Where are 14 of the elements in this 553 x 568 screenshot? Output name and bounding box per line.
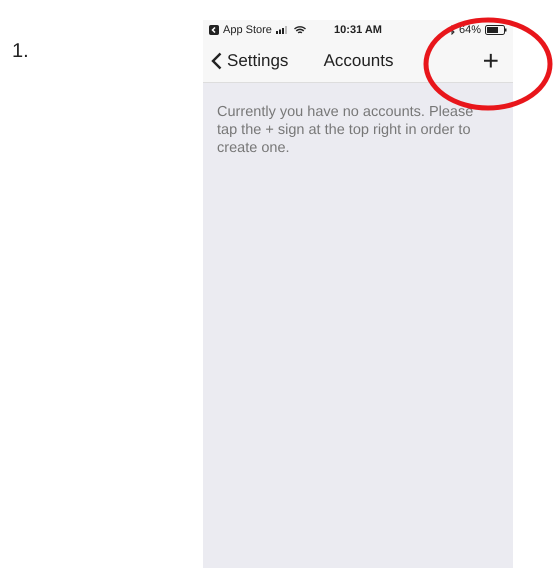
battery-percent: 64% (458, 24, 481, 36)
back-button[interactable]: Settings (211, 51, 288, 71)
step-number: 1. (12, 40, 30, 63)
signal-icon (276, 26, 290, 34)
status-time: 10:31 AM (334, 24, 382, 36)
battery-icon (484, 25, 507, 35)
empty-message: Currently you have no accounts. Please tap the + sign at the top right in order to create one. (217, 103, 474, 157)
back-app-label[interactable]: App Store (223, 24, 272, 36)
add-button[interactable]: + (478, 47, 503, 75)
chevron-left-icon (211, 52, 222, 70)
back-arrow-icon (209, 25, 219, 35)
bluetooth-icon (448, 25, 455, 35)
wifi-icon (294, 26, 306, 34)
nav-title: Accounts (324, 51, 394, 71)
